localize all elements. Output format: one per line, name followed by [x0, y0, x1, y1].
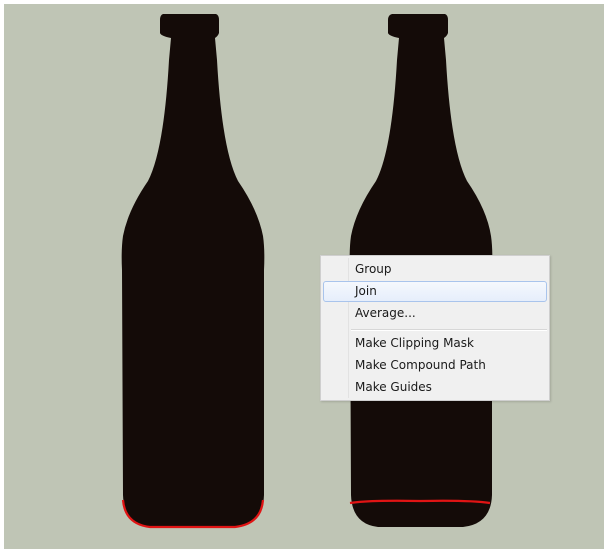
menu-item-make-compound-path-label: Make Compound Path	[355, 358, 486, 372]
context-menu: Group Join Average... Make Clipping Mask…	[320, 255, 550, 401]
menu-separator	[351, 329, 547, 331]
menu-item-make-clipping-mask-label: Make Clipping Mask	[355, 336, 474, 350]
menu-item-make-guides[interactable]: Make Guides	[323, 377, 547, 398]
menu-item-average[interactable]: Average...	[323, 303, 547, 324]
artboard-canvas[interactable]: Group Join Average... Make Clipping Mask…	[0, 0, 611, 555]
menu-item-make-guides-label: Make Guides	[355, 380, 432, 394]
menu-item-average-label: Average...	[355, 306, 416, 320]
menu-item-group[interactable]: Group	[323, 259, 547, 280]
menu-item-join-label: Join	[355, 284, 377, 298]
menu-item-make-clipping-mask[interactable]: Make Clipping Mask	[323, 333, 547, 354]
menu-item-group-label: Group	[355, 262, 392, 276]
menu-item-make-compound-path[interactable]: Make Compound Path	[323, 355, 547, 376]
menu-item-join[interactable]: Join	[323, 281, 547, 302]
